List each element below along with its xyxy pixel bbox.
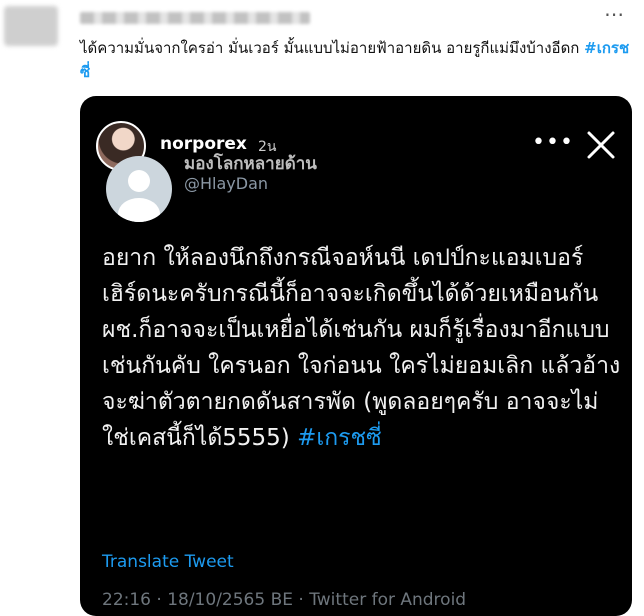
tweet-text-body: ได้ความมั่นจากใครอ่า มั่นเวอร์ มั้นแบบไม… [80, 39, 585, 57]
more-horizontal-icon: ••• [532, 130, 574, 155]
embedded-handle: @HlayDan [184, 174, 269, 193]
close-icon [587, 131, 615, 159]
embedded-hashtag: #เกรชซี่ [297, 425, 382, 451]
embedded-tweet-body: อยาก ให้ลองนึกถึงกรณีจอห์นนี เดปป์กะแอมเ… [102, 240, 622, 456]
translate-tweet-link: Translate Tweet [102, 552, 234, 572]
story-screenshot-image[interactable]: norporex 2น ••• มองโลกหลายด้าน @HlayDan … [80, 96, 632, 616]
more-horizontal-icon[interactable]: ⋯ [604, 2, 625, 26]
default-profile-icon [106, 156, 172, 222]
avatar[interactable] [4, 6, 58, 46]
tweet-metadata: 22:16 · 18/10/2565 BE · Twitter for Andr… [102, 590, 467, 610]
tweet-text: ได้ความมั่นจากใครอ่า มั่นเวอร์ มั้นแบบไม… [80, 36, 630, 84]
embedded-display-name: มองโลกหลายด้าน [184, 154, 317, 174]
blurred-user-name[interactable] [80, 12, 310, 24]
embedded-tweet-text: อยาก ให้ลองนึกถึงกรณีจอห์นนี เดปป์กะแอมเ… [102, 245, 621, 451]
